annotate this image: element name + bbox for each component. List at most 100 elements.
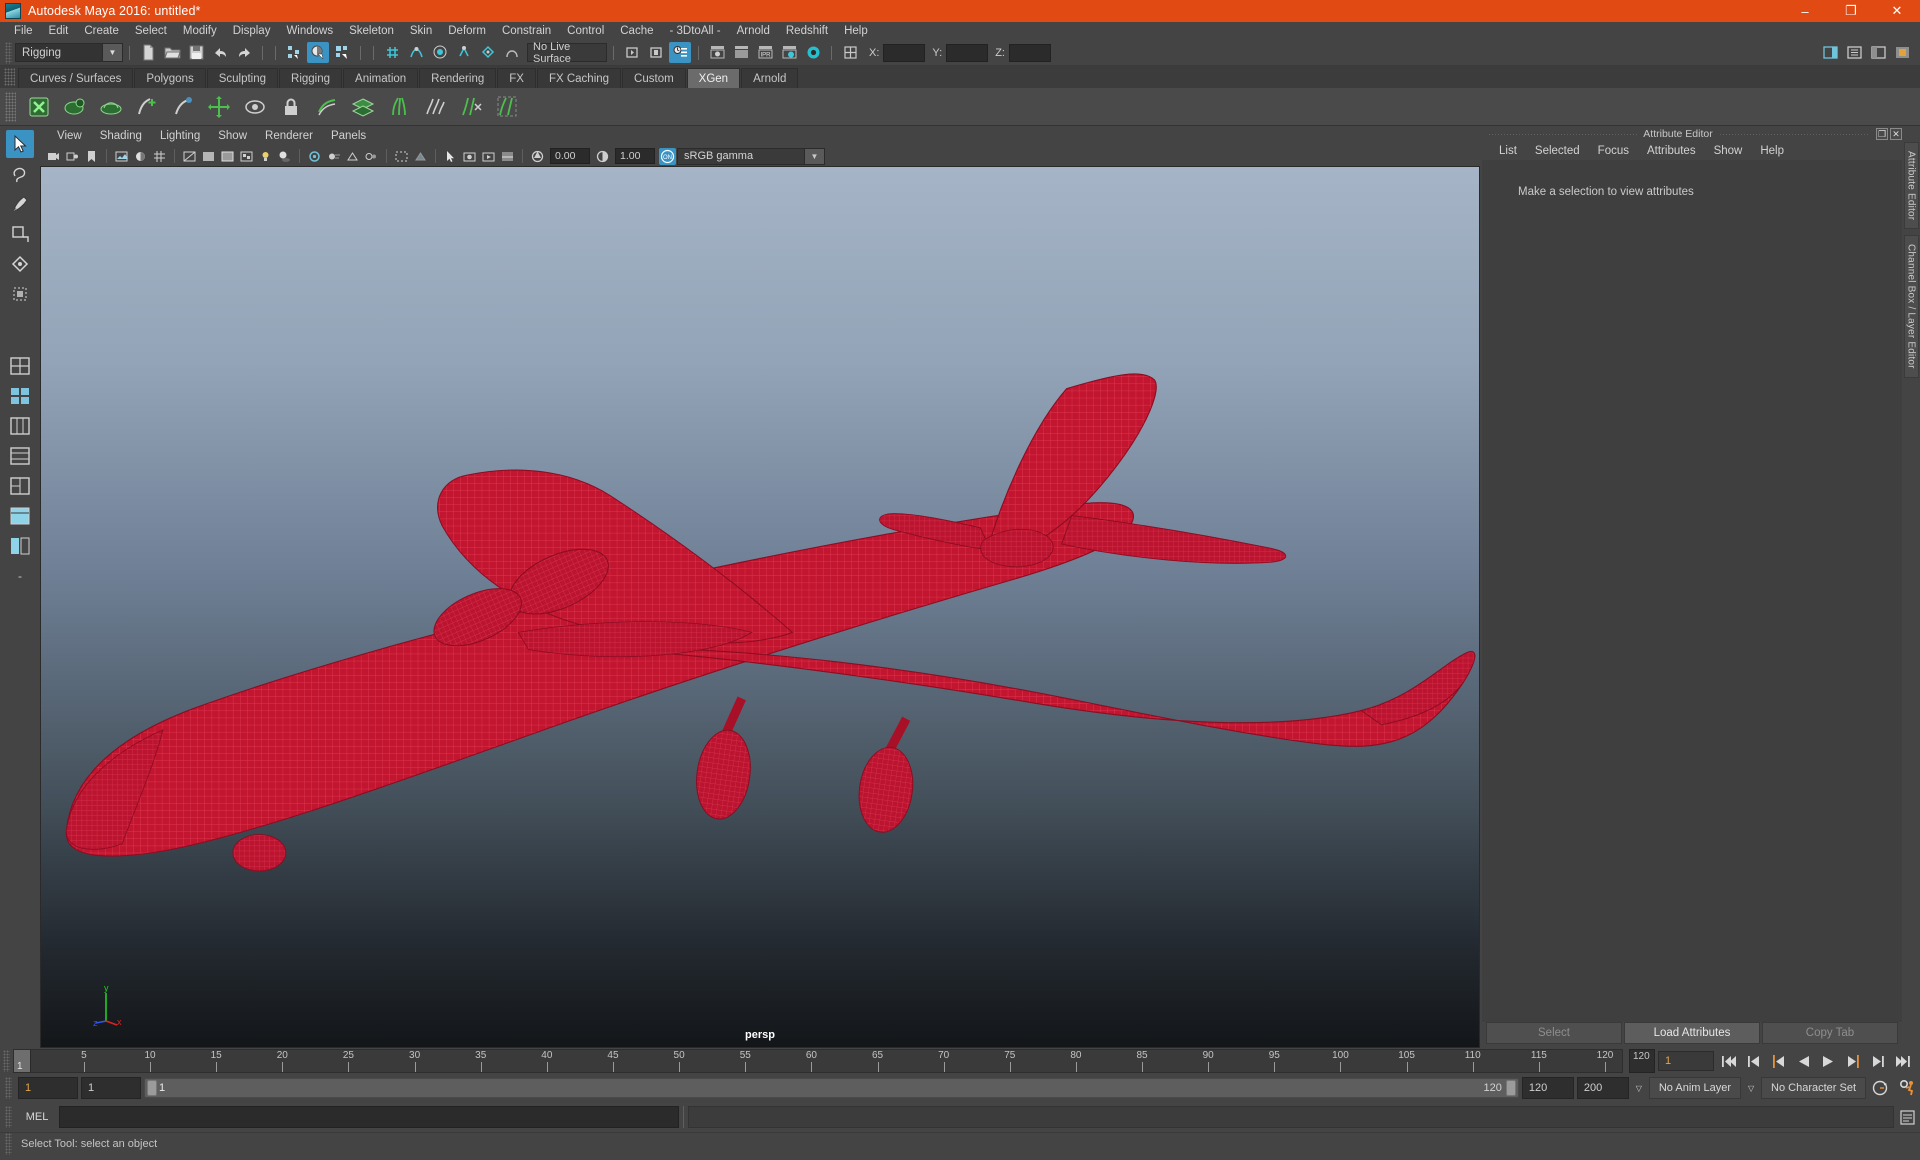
sidebar-tool-settings-icon[interactable]	[1843, 42, 1865, 63]
side-tab-attribute-editor[interactable]: Attribute Editor	[1903, 142, 1919, 230]
character-set-dropdown-arrow[interactable]: ▽	[1744, 1077, 1758, 1099]
animation-end-field[interactable]: 200	[1576, 1077, 1629, 1099]
xgen-sculpt-guide-icon[interactable]	[166, 90, 200, 124]
timeline-grip[interactable]	[3, 1050, 10, 1072]
ae-button-load-attributes[interactable]: Load Attributes	[1624, 1022, 1760, 1044]
viewport-snapshot-icon[interactable]	[461, 148, 478, 165]
ae-button-copy-tab[interactable]: Copy Tab	[1762, 1022, 1898, 1044]
menu-skin[interactable]: Skin	[402, 22, 440, 40]
ae-button-select[interactable]: Select	[1486, 1022, 1622, 1044]
color-management-dropdown-arrow[interactable]: ▼	[805, 147, 825, 165]
render-settings-gear-icon[interactable]	[778, 42, 800, 63]
menu-deform[interactable]: Deform	[440, 22, 494, 40]
go-to-end-icon[interactable]	[1892, 1051, 1914, 1071]
step-back-frame-icon[interactable]	[1767, 1051, 1789, 1071]
anim-layer-selector[interactable]: No Anim Layer	[1648, 1077, 1742, 1099]
y-coord-field[interactable]	[946, 43, 989, 62]
shelf-tab-xgen[interactable]: XGen	[686, 68, 741, 88]
single-view-layout[interactable]	[6, 352, 34, 380]
multisample-aa-icon[interactable]	[344, 148, 361, 165]
select-camera-icon[interactable]	[45, 148, 62, 165]
menu-constrain[interactable]: Constrain	[494, 22, 559, 40]
minimize-button[interactable]: –	[1782, 0, 1828, 22]
xgen-comb-icon[interactable]	[310, 90, 344, 124]
render-sequence-icon[interactable]	[706, 42, 728, 63]
menu-modify[interactable]: Modify	[175, 22, 225, 40]
scale-tool[interactable]	[6, 280, 34, 308]
gamma-field[interactable]: 1.00	[615, 148, 655, 164]
shelf-tab-curves-surfaces[interactable]: Curves / Surfaces	[18, 68, 134, 88]
menu-file[interactable]: File	[6, 22, 41, 40]
command-input-field[interactable]	[59, 1106, 679, 1128]
color-management-toggle-icon[interactable]: ON	[659, 147, 676, 165]
render-settings-icon[interactable]	[669, 42, 691, 63]
viewport-playblast-icon[interactable]	[480, 148, 497, 165]
viewport-menu-show[interactable]: Show	[209, 126, 256, 146]
xgen-add-guide-icon[interactable]	[130, 90, 164, 124]
snap-projected-icon[interactable]	[453, 42, 475, 63]
go-to-start-icon[interactable]	[1717, 1051, 1739, 1071]
playback-end-field[interactable]: 120	[1521, 1077, 1574, 1099]
ae-menu-show[interactable]: Show	[1705, 142, 1752, 160]
character-set-selector[interactable]: No Character Set	[1761, 1077, 1866, 1099]
make-live-icon[interactable]	[501, 42, 523, 63]
close-button[interactable]: ✕	[1874, 0, 1920, 22]
viewport-menu-panels[interactable]: Panels	[322, 126, 375, 146]
shelf-icons-grip[interactable]	[5, 91, 16, 122]
menu-control[interactable]: Control	[559, 22, 612, 40]
rotate-tool[interactable]	[6, 250, 34, 278]
auto-keyframe-icon[interactable]	[1869, 1077, 1893, 1099]
motion-blur-icon[interactable]	[325, 148, 342, 165]
menu-redshift[interactable]: Redshift	[778, 22, 836, 40]
menu-cache[interactable]: Cache	[612, 22, 661, 40]
outliner-persp-layout[interactable]	[6, 502, 34, 530]
xgen-create-description-icon[interactable]	[22, 90, 56, 124]
shelf-tab-fx[interactable]: FX	[497, 68, 536, 88]
paint-select-tool[interactable]	[6, 190, 34, 218]
snap-grid-icon[interactable]	[381, 42, 403, 63]
use-all-lights-icon[interactable]	[257, 148, 274, 165]
four-pane-layout[interactable]	[6, 472, 34, 500]
persp-graph-layout[interactable]	[6, 532, 34, 560]
bookmark-icon[interactable]	[83, 148, 100, 165]
two-sided-lighting-icon[interactable]	[132, 148, 149, 165]
step-forward-frame-icon[interactable]	[1842, 1051, 1864, 1071]
menu-create[interactable]: Create	[76, 22, 127, 40]
sidebar-attribute-editor-icon[interactable]	[1819, 42, 1841, 63]
shelf-grip[interactable]	[4, 68, 15, 86]
shelf-tab-sculpting[interactable]: Sculpting	[206, 68, 279, 88]
xgen-guide-icon[interactable]	[94, 90, 128, 124]
new-scene-icon[interactable]	[137, 42, 159, 63]
ae-menu-list[interactable]: List	[1490, 142, 1526, 160]
color-management-field[interactable]: sRGB gamma	[677, 147, 805, 165]
ae-menu-help[interactable]: Help	[1751, 142, 1793, 160]
save-scene-icon[interactable]	[185, 42, 207, 63]
shelf-tab-rigging[interactable]: Rigging	[279, 68, 343, 88]
menu-display[interactable]: Display	[225, 22, 279, 40]
depth-of-field-icon[interactable]	[363, 148, 380, 165]
select-hierarchy-icon[interactable]	[283, 42, 305, 63]
maximize-button[interactable]: ❐	[1828, 0, 1874, 22]
render-region-icon[interactable]	[730, 42, 752, 63]
live-surface-field[interactable]: No Live Surface	[527, 41, 607, 65]
time-slider-cursor[interactable]: 1	[14, 1050, 31, 1072]
open-scene-icon[interactable]	[161, 42, 183, 63]
two-pane-stacked-layout[interactable]	[6, 412, 34, 440]
hardware-texturing-icon[interactable]	[238, 148, 255, 165]
menu-windows[interactable]: Windows	[278, 22, 341, 40]
shelf-tab-arnold[interactable]: Arnold	[741, 68, 799, 88]
render-current-frame-icon[interactable]	[645, 42, 667, 63]
redo-icon[interactable]	[233, 42, 255, 63]
three-pane-layout[interactable]	[6, 442, 34, 470]
menu-select[interactable]: Select	[127, 22, 175, 40]
range-slider-grip[interactable]	[5, 1077, 12, 1099]
xgen-palette-icon[interactable]	[58, 90, 92, 124]
move-tool[interactable]	[6, 220, 34, 248]
lasso-select-tool[interactable]	[6, 160, 34, 188]
undo-icon[interactable]	[209, 42, 231, 63]
select-object-icon[interactable]	[307, 42, 329, 63]
exposure-field[interactable]: 0.00	[550, 148, 590, 164]
animation-start-field[interactable]: 1	[18, 1077, 78, 1099]
ae-menu-attributes[interactable]: Attributes	[1638, 142, 1705, 160]
menuset-selector[interactable]: Rigging	[15, 43, 103, 62]
